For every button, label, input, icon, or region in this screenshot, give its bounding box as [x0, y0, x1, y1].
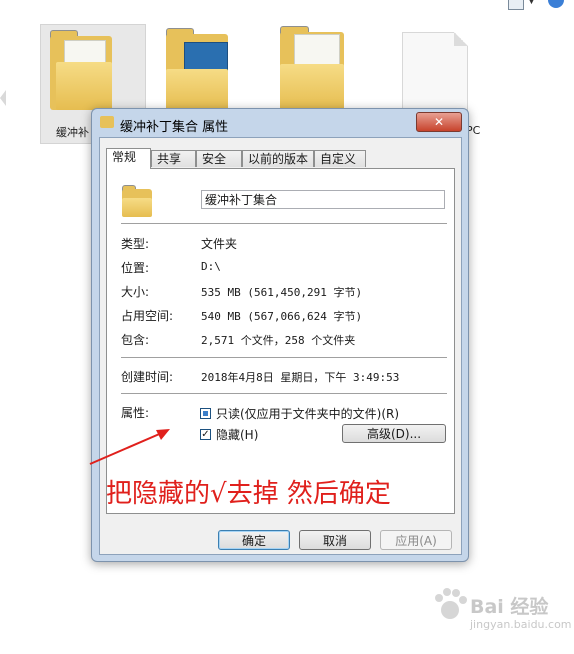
location-label: 位置:: [121, 261, 150, 275]
readonly-checkbox[interactable]: [200, 408, 211, 419]
folder-icon: [122, 185, 152, 217]
divider: [121, 393, 447, 395]
tab-previous-versions[interactable]: 以前的版本: [242, 150, 314, 167]
dialog-title: 缓冲补丁集合 属性: [120, 120, 229, 135]
tab-customize[interactable]: 自定义: [314, 150, 366, 167]
baidu-paw-icon: [435, 588, 467, 619]
folder-icon: [166, 28, 228, 110]
size-value: 535 MB (561,450,291 字节): [201, 286, 363, 299]
window-toolbar: ▼: [494, 0, 574, 10]
dialog-titlebar[interactable]: 缓冲补丁集合 属性 ✕: [92, 109, 468, 137]
hidden-checkbox[interactable]: ✓: [200, 429, 211, 440]
disk-size-value: 540 MB (567,066,624 字节): [201, 310, 363, 323]
size-label: 大小:: [121, 285, 150, 299]
contains-value: 2,571 个文件，258 个文件夹: [201, 334, 356, 347]
close-button[interactable]: ✕: [416, 112, 462, 132]
folder-icon: [100, 116, 114, 128]
type-value: 文件夹: [201, 237, 238, 251]
location-value: D:\: [201, 260, 221, 273]
created-value: 2018年4月8日 星期日，下午 3:49:53: [201, 371, 400, 384]
disk-size-label: 占用空间:: [121, 309, 174, 323]
contains-label: 包含:: [121, 333, 150, 347]
folder-icon: [280, 26, 344, 110]
chevron-down-icon[interactable]: ▼: [528, 0, 542, 10]
tab-security[interactable]: 安全: [196, 150, 242, 167]
scroll-hint-icon: [0, 90, 6, 106]
folder-label[interactable]: 缓冲补: [56, 124, 89, 140]
advanced-button[interactable]: 高级(D)...: [342, 424, 446, 443]
folder-icon: [50, 30, 112, 110]
readonly-label[interactable]: 只读(仅应用于文件夹中的文件)(R): [216, 405, 399, 422]
tab-sharing[interactable]: 共享: [151, 150, 196, 167]
folder-name-input[interactable]: 缓冲补丁集合: [201, 190, 445, 209]
watermark-url: jingyan.baidu.com: [470, 618, 572, 631]
watermark-text: Bai 经验: [470, 596, 549, 618]
divider: [121, 223, 447, 225]
cancel-button[interactable]: 取消: [299, 530, 371, 550]
created-label: 创建时间:: [121, 370, 174, 384]
hidden-label[interactable]: 隐藏(H): [216, 426, 258, 443]
ok-button[interactable]: 确定: [218, 530, 290, 550]
view-options-icon[interactable]: [508, 0, 524, 10]
apply-button[interactable]: 应用(A): [380, 530, 452, 550]
tab-general[interactable]: 常规: [106, 148, 151, 169]
document-icon: [402, 32, 468, 116]
attributes-label: 属性:: [121, 406, 150, 420]
help-icon[interactable]: [548, 0, 564, 8]
type-label: 类型:: [121, 237, 150, 251]
annotation-arrow-icon: [89, 429, 170, 465]
divider: [121, 357, 447, 359]
annotation-text: 把隐藏的√去掉 然后确定: [106, 479, 391, 509]
